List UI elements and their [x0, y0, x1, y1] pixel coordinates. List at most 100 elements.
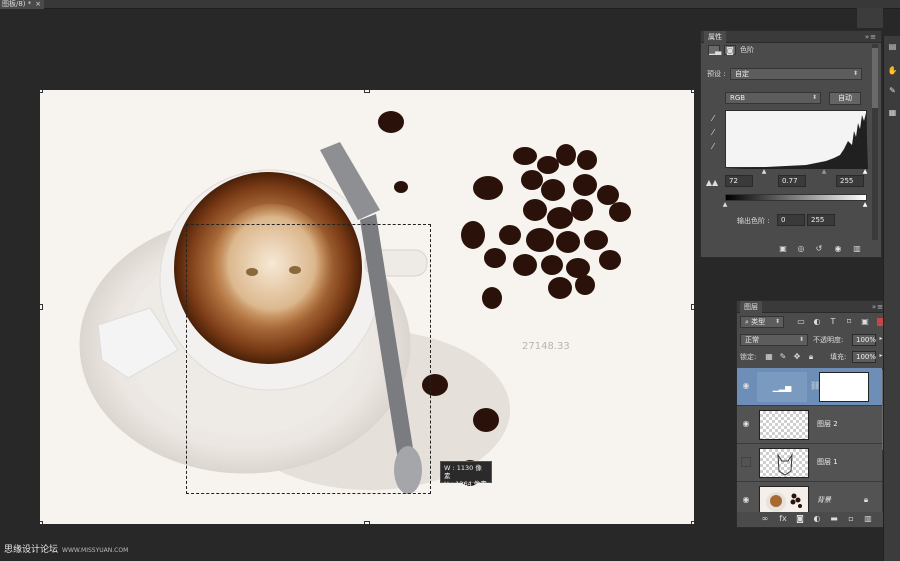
new-group-icon[interactable]: ▬: [829, 514, 839, 524]
eyedropper-white-icon[interactable]: ⁄: [707, 142, 719, 152]
panel-menu-icon[interactable]: »≡: [865, 32, 877, 42]
properties-scrollbar[interactable]: [872, 44, 878, 240]
eye-icon[interactable]: ◉: [741, 495, 751, 505]
layers-tab[interactable]: 图层: [740, 301, 762, 313]
filter-type-icon[interactable]: T: [828, 317, 838, 327]
reset-icon[interactable]: ↺: [813, 244, 825, 254]
levels-icon[interactable]: ▁▃: [708, 45, 721, 55]
layer-thumbnail: [759, 486, 809, 512]
transform-size-tooltip: W : 1130 像素 H : 1264 像素: [440, 461, 492, 488]
opacity-label: 不透明度:: [813, 336, 844, 344]
trash-icon[interactable]: ▥: [863, 514, 873, 524]
input-gamma-field[interactable]: 0.77: [778, 175, 806, 187]
document-tab-bar: 图板/8) * ×: [0, 0, 900, 9]
mask-icon[interactable]: ◙: [724, 45, 736, 55]
coffee-thumbnail-icon: [766, 492, 802, 512]
transform-handle[interactable]: [364, 521, 370, 524]
transform-handle[interactable]: [40, 521, 43, 524]
properties-tab[interactable]: 属性: [704, 31, 726, 43]
link-layers-icon[interactable]: ∞: [760, 514, 770, 524]
site-watermark: 思缘设计论坛 WWW.MISSYUAN.COM: [4, 542, 128, 555]
eyedropper-black-icon[interactable]: ⁄: [707, 114, 719, 124]
text-icon[interactable]: ▦: [884, 108, 900, 118]
transform-handle[interactable]: [40, 90, 43, 93]
lock-pixels-icon[interactable]: ✎: [778, 352, 788, 362]
transform-handle[interactable]: [691, 90, 694, 93]
layer-row[interactable]: 图层 1: [737, 444, 882, 482]
history-icon[interactable]: ▤: [884, 42, 900, 52]
input-white-field[interactable]: 255: [836, 175, 864, 187]
clip-to-layer-icon[interactable]: ▣: [777, 244, 789, 254]
lock-all-icon[interactable]: 🔒︎: [806, 352, 816, 362]
layer-thumbnail: [759, 410, 809, 440]
opacity-field[interactable]: 100%: [852, 334, 876, 346]
adjust-icon[interactable]: ✎: [884, 86, 900, 96]
view-previous-icon[interactable]: ◎: [795, 244, 807, 254]
output-white-slider-icon[interactable]: ▲: [861, 200, 869, 210]
layers-panel-header: 图层 »≡: [737, 301, 888, 313]
dropdown-arrow-icon: ⬍: [852, 70, 858, 77]
transform-handle[interactable]: [364, 90, 370, 93]
eye-icon[interactable]: ◉: [832, 244, 844, 254]
input-black-field[interactable]: 72: [725, 175, 753, 187]
layer-thumbnail: [759, 448, 809, 478]
selection-marquee[interactable]: [186, 224, 431, 494]
site-watermark-text: 思缘设计论坛: [4, 545, 59, 555]
trash-icon[interactable]: ▥: [851, 244, 863, 254]
auto-button[interactable]: 自动: [829, 92, 861, 105]
output-black-slider-icon[interactable]: ▲: [721, 200, 729, 210]
histogram-graph: [726, 113, 868, 169]
output-levels-gradient[interactable]: [725, 194, 867, 201]
channel-dropdown[interactable]: RGB ⬍: [725, 92, 821, 104]
transform-handle[interactable]: [691, 521, 694, 524]
document-tab-label: 图板/8) *: [2, 0, 32, 8]
layer-row[interactable]: ◉ 图层 2: [737, 406, 882, 444]
filter-adjustment-icon[interactable]: ◐: [812, 317, 822, 327]
transform-handle[interactable]: [40, 304, 43, 310]
output-white-field[interactable]: 255: [807, 214, 835, 226]
add-mask-icon[interactable]: ◙: [795, 514, 805, 524]
lock-transparency-icon[interactable]: ▦: [764, 352, 774, 362]
close-tab-icon[interactable]: ×: [35, 0, 41, 9]
filter-value: 类型: [751, 318, 766, 326]
document-tab[interactable]: 图板/8) * ×: [0, 0, 44, 9]
link-icon[interactable]: ⛓︎: [810, 381, 820, 391]
filter-shape-icon[interactable]: ⌑: [844, 317, 854, 327]
lock-icon: 🔒︎: [863, 495, 869, 504]
eyedropper-gray-icon[interactable]: ⁄: [707, 128, 719, 138]
layer-row[interactable]: ◉ 背景 🔒︎: [737, 482, 882, 512]
layer-name: 图层 1: [817, 458, 838, 466]
layer-style-icon[interactable]: fx: [778, 514, 788, 524]
clipping-warning-icon[interactable]: ▲▲: [704, 178, 720, 188]
site-watermark-url: WWW.MISSYUAN.COM: [62, 547, 129, 554]
filter-smart-object-icon[interactable]: ▣: [860, 317, 870, 327]
levels-histogram[interactable]: [725, 110, 868, 169]
eye-icon[interactable]: ◉: [741, 381, 751, 391]
layers-list: ◉ ▁▂▅ ⛓︎ ◉ 图层 2 图层 1 ◉ 背景 🔒︎: [737, 368, 882, 512]
layer-filter-dropdown[interactable]: ⌕ 类型 ⬍: [740, 316, 784, 328]
transform-handle[interactable]: [691, 304, 694, 310]
filter-pixel-icon[interactable]: ▭: [796, 317, 806, 327]
document-canvas[interactable]: 27148.33 W : 1130 像素 H : 1264 像素: [40, 90, 694, 524]
hidden-eye-icon[interactable]: [741, 457, 751, 467]
preset-dropdown[interactable]: 自定 ⬍: [730, 68, 862, 80]
layer-mask-thumbnail[interactable]: [819, 372, 869, 402]
fill-field[interactable]: 100%: [852, 351, 876, 363]
gamma-slider-icon[interactable]: ▲: [820, 167, 828, 177]
new-adjustment-icon[interactable]: ◐: [812, 514, 822, 524]
lock-position-icon[interactable]: ✥: [792, 352, 802, 362]
blend-mode-value: 正常: [745, 336, 759, 344]
dropdown-arrow-icon: ⬍: [811, 94, 817, 101]
tooltip-height: H : 1264 像素: [444, 480, 487, 488]
eye-icon[interactable]: ◉: [741, 419, 751, 429]
blend-mode-dropdown[interactable]: 正常 ⬍: [740, 334, 808, 346]
new-layer-icon[interactable]: ▫: [846, 514, 856, 524]
brush-icon[interactable]: ✋: [884, 66, 900, 76]
output-black-field[interactable]: 0: [777, 214, 805, 226]
right-panel-strip: ▤ ✋ ✎ ▦: [883, 36, 900, 561]
scrollbar-thumb[interactable]: [872, 48, 878, 108]
black-point-slider-icon[interactable]: ▲: [760, 167, 768, 177]
layer-row-levels-adjustment[interactable]: ◉ ▁▂▅ ⛓︎: [737, 368, 882, 406]
tooltip-width: W : 1130 像素: [444, 464, 482, 480]
preset-label: 预设 :: [707, 70, 726, 78]
